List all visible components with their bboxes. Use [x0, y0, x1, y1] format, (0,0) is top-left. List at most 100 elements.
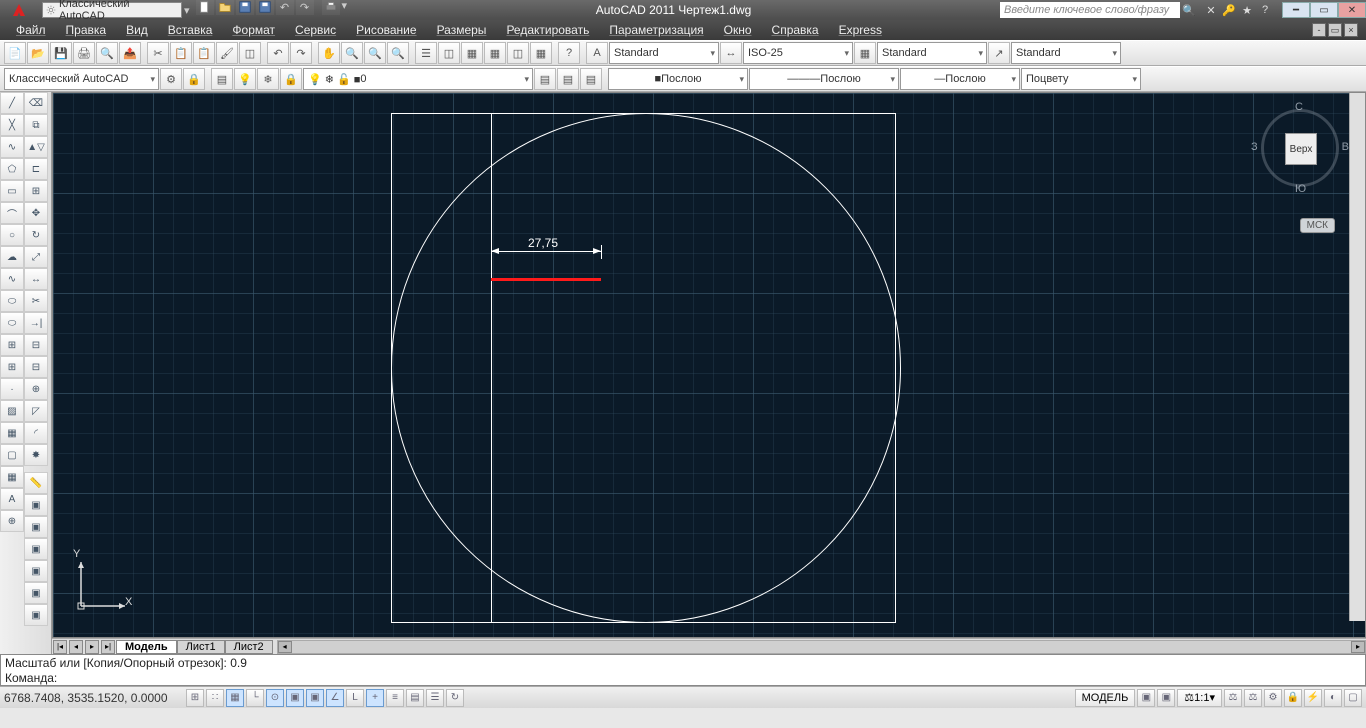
ducs-toggle[interactable]: L — [346, 689, 364, 707]
quickview-drawings-icon[interactable]: ▣ — [1157, 689, 1175, 707]
tab-sheet1[interactable]: Лист1 — [177, 640, 225, 654]
polygon-tool[interactable]: ⬠ — [0, 158, 24, 180]
extra2-tool[interactable]: ▣ — [24, 538, 48, 560]
save-button[interactable] — [236, 0, 254, 15]
scale-tool[interactable]: ⤢ — [24, 246, 48, 268]
circle-tool[interactable]: ○ — [0, 224, 24, 246]
sc-toggle[interactable]: ↻ — [446, 689, 464, 707]
undo-button[interactable]: ↶ — [276, 0, 294, 15]
layer-lock-icon[interactable]: 🔒 — [280, 68, 302, 90]
designcenter-icon[interactable]: ◫ — [438, 42, 460, 64]
workspace-select2[interactable]: Классический AutoCAD — [4, 68, 159, 90]
dyn-toggle[interactable]: + — [366, 689, 384, 707]
extra5-tool[interactable]: ▣ — [24, 604, 48, 626]
mdi-minimize-button[interactable]: - — [1312, 23, 1326, 37]
zoom-window-icon[interactable]: 🔍 — [364, 42, 386, 64]
model-paper-toggle[interactable]: МОДЕЛЬ — [1075, 689, 1136, 707]
table-style-icon[interactable]: ▦ — [854, 42, 876, 64]
transparency-toggle[interactable]: ▤ — [406, 689, 424, 707]
extra4-tool[interactable]: ▣ — [24, 582, 48, 604]
hscroll-right-button[interactable]: ▸ — [1351, 641, 1365, 653]
matchprop-icon[interactable]: 🖌 — [216, 42, 238, 64]
command-line[interactable]: Масштаб или [Копия/Опорный отрезок]: 0.9… — [0, 654, 1366, 686]
polyline-tool[interactable]: ∿ — [0, 136, 24, 158]
redo-button[interactable]: ↷ — [296, 0, 314, 15]
isolate-objects-icon[interactable]: ◐ — [1324, 689, 1342, 707]
measure-tool[interactable]: 📏 — [24, 472, 48, 494]
rectangle-tool[interactable]: ▭ — [0, 180, 24, 202]
break-at-point-tool[interactable]: ⊟ — [24, 334, 48, 356]
mleader-style-icon[interactable]: ↗ — [988, 42, 1010, 64]
polar-toggle[interactable]: ⊙ — [266, 689, 284, 707]
new-button[interactable] — [196, 0, 214, 15]
dim-style-select[interactable]: ISO-25 — [743, 42, 853, 64]
rotate-tool[interactable]: ↻ — [24, 224, 48, 246]
infer-constraints-toggle[interactable]: ⊞ — [186, 689, 204, 707]
properties-icon[interactable]: ☰ — [415, 42, 437, 64]
menu-tools[interactable]: Сервис — [287, 21, 344, 39]
arc-tool[interactable]: ⌒ — [0, 202, 24, 224]
region-tool[interactable]: ▢ — [0, 444, 24, 466]
extra3-tool[interactable]: ▣ — [24, 560, 48, 582]
new-icon[interactable]: 📄 — [4, 42, 26, 64]
lwt-toggle[interactable]: ≡ — [386, 689, 404, 707]
layer-make-current-icon[interactable]: ▤ — [534, 68, 556, 90]
copy-icon[interactable]: 📋 — [170, 42, 192, 64]
dropdown-icon[interactable]: ▾ — [184, 4, 190, 17]
sheetset-icon[interactable]: ▦ — [484, 42, 506, 64]
search-input[interactable]: Введите ключевое слово/фразу — [1000, 2, 1180, 18]
osnap-toggle[interactable]: ▣ — [286, 689, 304, 707]
menu-format[interactable]: Формат — [224, 21, 283, 39]
gradient-tool[interactable]: ▦ — [0, 422, 24, 444]
ws-settings-icon[interactable]: ⚙ — [160, 68, 182, 90]
app-menu-button[interactable] — [0, 0, 38, 20]
quickview-layouts-icon[interactable]: ▣ — [1137, 689, 1155, 707]
table-style-select[interactable]: Standard — [877, 42, 987, 64]
menu-help[interactable]: Справка — [764, 21, 827, 39]
pan-icon[interactable]: ✋ — [318, 42, 340, 64]
quickcalc-icon[interactable]: ▦ — [530, 42, 552, 64]
viewcube-face[interactable]: Верх — [1285, 133, 1317, 165]
preview-icon[interactable]: 🔍 — [96, 42, 118, 64]
menu-modify[interactable]: Редактировать — [498, 21, 597, 39]
workspace-selector[interactable]: Классический AutoCAD — [42, 2, 182, 18]
help-icon[interactable]: ? — [1256, 2, 1274, 18]
make-block-tool[interactable]: ⊞ — [0, 356, 24, 378]
redo-icon[interactable]: ↷ — [290, 42, 312, 64]
mirror-tool[interactable]: ▲▽ — [24, 136, 48, 158]
qp-toggle[interactable]: ☰ — [426, 689, 444, 707]
copy-tool[interactable]: ⧉ — [24, 114, 48, 136]
plotstyle-select[interactable]: Поцвету — [1021, 68, 1141, 90]
extend-tool[interactable]: →| — [24, 312, 48, 334]
stretch-tool[interactable]: ↔ — [24, 268, 48, 290]
hatch-tool[interactable]: ▨ — [0, 400, 24, 422]
tab-last-button[interactable]: ▸| — [101, 640, 115, 654]
open-icon[interactable]: 📂 — [27, 42, 49, 64]
coordinates-readout[interactable]: 6768.7408, 3535.1520, 0.0000 — [4, 691, 184, 705]
tab-sheet2[interactable]: Лист2 — [225, 640, 273, 654]
insert-block-tool[interactable]: ⊞ — [0, 334, 24, 356]
addselected-tool[interactable]: ⊕ — [0, 510, 24, 532]
layer-on-icon[interactable]: 💡 — [234, 68, 256, 90]
markup-icon[interactable]: ◫ — [507, 42, 529, 64]
ortho-toggle[interactable]: └ — [246, 689, 264, 707]
tab-next-button[interactable]: ▸ — [85, 640, 99, 654]
spline-tool[interactable]: ∿ — [0, 268, 24, 290]
publish-icon[interactable]: 📤 — [119, 42, 141, 64]
draworder-tool[interactable]: ▣ — [24, 494, 48, 516]
save-icon[interactable]: 💾 — [50, 42, 72, 64]
blockeditor-icon[interactable]: ◫ — [239, 42, 261, 64]
exchange-icon[interactable]: ✕ — [1202, 2, 1220, 18]
hardware-accel-icon[interactable]: ⚡ — [1304, 689, 1322, 707]
menu-file[interactable]: Файл — [8, 21, 54, 39]
3dosnap-toggle[interactable]: ▣ — [306, 689, 324, 707]
grid-toggle[interactable]: ▦ — [226, 689, 244, 707]
zoom-previous-icon[interactable]: 🔍 — [387, 42, 409, 64]
menu-view[interactable]: Вид — [118, 21, 156, 39]
search-exec-icon[interactable]: 🔍 — [1180, 2, 1198, 18]
offset-tool[interactable]: ⊏ — [24, 158, 48, 180]
ellipse-tool[interactable]: ⬭ — [0, 290, 24, 312]
linetype-select[interactable]: ——— Послою — [749, 68, 899, 90]
menu-parametric[interactable]: Параметризация — [601, 21, 711, 39]
construction-line-tool[interactable]: ╳ — [0, 114, 24, 136]
